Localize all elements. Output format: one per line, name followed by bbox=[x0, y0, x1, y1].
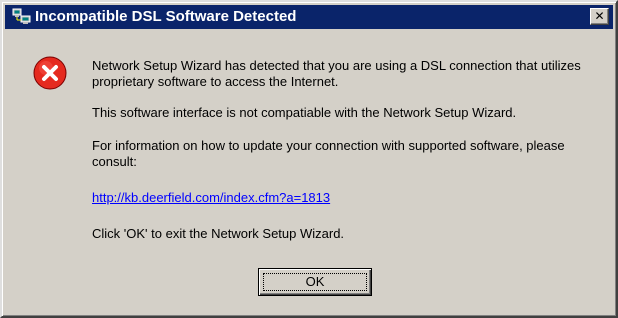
message-not-compatible: This software interface is not compatiab… bbox=[92, 105, 517, 120]
message-dsl-detected: Network Setup Wizard has detected that y… bbox=[92, 58, 581, 89]
ok-button[interactable]: OK bbox=[258, 268, 372, 296]
close-button[interactable]: ✕ bbox=[590, 8, 609, 25]
incompatible-dsl-dialog: Incompatible DSL Software Detected ✕ Net… bbox=[0, 0, 618, 318]
kb-article-link[interactable]: http://kb.deerfield.com/index.cfm?a=1813 bbox=[92, 190, 330, 206]
message-click-ok: Click 'OK' to exit the Network Setup Wiz… bbox=[92, 226, 345, 241]
title-bar[interactable]: Incompatible DSL Software Detected ✕ bbox=[5, 5, 613, 29]
error-x-icon bbox=[33, 56, 67, 90]
network-computers-icon bbox=[12, 8, 31, 24]
close-icon: ✕ bbox=[594, 9, 605, 23]
ok-button-label: OK bbox=[263, 273, 367, 291]
window-title: Incompatible DSL Software Detected bbox=[35, 8, 297, 25]
message-consult: For information on how to update your co… bbox=[92, 138, 565, 169]
